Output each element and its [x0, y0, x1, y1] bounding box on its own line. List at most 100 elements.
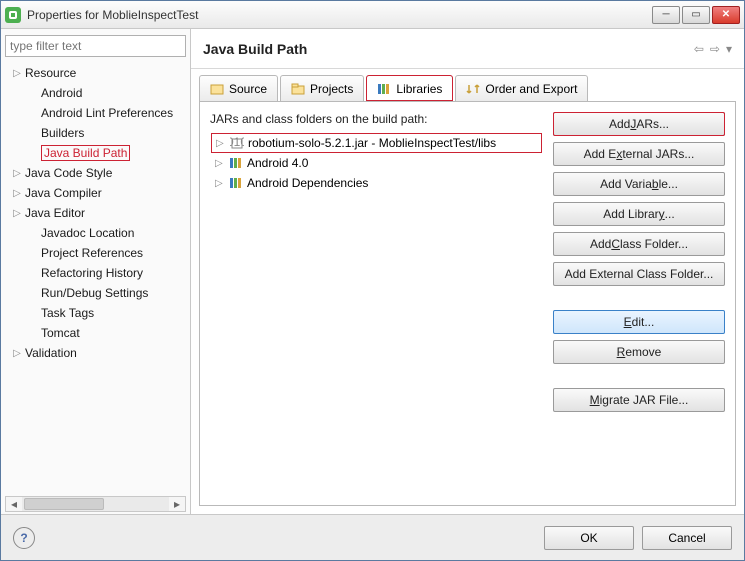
window-title: Properties for MoblieInspectTest: [27, 8, 652, 22]
tree-item-builders[interactable]: Builders: [5, 123, 186, 143]
jar-item[interactable]: ▷ 010 robotium-solo-5.2.1.jar - MoblieInsp…: [211, 133, 542, 153]
banner-nav: ⇦ ⇨ ▾: [694, 42, 732, 56]
tab-row: Source Projects Libraries Order and Export: [191, 69, 744, 101]
tab-label: Libraries: [396, 82, 442, 96]
scroll-thumb[interactable]: [24, 498, 104, 510]
jar-item-label: Android 4.0: [247, 156, 308, 170]
libraries-icon: [377, 83, 391, 95]
tree-item-javadoc-location[interactable]: Javadoc Location: [5, 223, 186, 243]
tree-item-label: Java Build Path: [41, 145, 130, 161]
nav-tree[interactable]: ▷ResourceAndroidAndroid Lint Preferences…: [5, 63, 186, 496]
tree-item-label: Validation: [25, 346, 77, 360]
add-external-jars-button[interactable]: Add External JARs...: [553, 142, 725, 166]
button-column: Add JARs... Add External JARs... Add Var…: [553, 112, 725, 495]
tree-item-android[interactable]: Android: [5, 83, 186, 103]
jar-list[interactable]: ▷ 010 robotium-solo-5.2.1.jar - MoblieInsp…: [210, 132, 543, 495]
tree-item-label: Refactoring History: [41, 266, 143, 280]
menu-icon[interactable]: ▾: [726, 42, 732, 56]
order-icon: [466, 83, 480, 95]
tree-item-label: Builders: [41, 126, 84, 140]
projects-icon: [291, 83, 305, 95]
tree-item-label: Task Tags: [41, 306, 94, 320]
tree-item-label: Java Code Style: [25, 166, 112, 180]
expand-icon[interactable]: ▷: [11, 68, 23, 79]
sidebar: ▷ResourceAndroidAndroid Lint Preferences…: [1, 29, 191, 514]
minimize-button[interactable]: ─: [652, 6, 680, 24]
sidebar-h-scroll[interactable]: ◂ ▸: [5, 496, 186, 512]
app-icon: [5, 7, 21, 23]
main-panel: Java Build Path ⇦ ⇨ ▾ Source Projects Libr…: [191, 29, 744, 514]
jar-item-label: robotium-solo-5.2.1.jar - MoblieInspectT…: [248, 136, 496, 150]
scroll-track[interactable]: [22, 497, 169, 511]
expand-icon[interactable]: ▷: [11, 348, 23, 359]
jar-list-column: JARs and class folders on the build path…: [210, 112, 543, 495]
expand-icon[interactable]: ▷: [11, 168, 23, 179]
tree-item-validation[interactable]: ▷Validation: [5, 343, 186, 363]
tree-item-label: Android Lint Preferences: [41, 106, 173, 120]
tree-item-project-references[interactable]: Project References: [5, 243, 186, 263]
tab-label: Projects: [310, 82, 353, 96]
tree-item-label: Project References: [41, 246, 143, 260]
tree-item-label: Java Editor: [25, 206, 85, 220]
jar-item[interactable]: ▷ Android 4.0: [211, 153, 542, 173]
jar-list-label: JARs and class folders on the build path…: [210, 112, 543, 126]
expand-icon[interactable]: ▷: [216, 138, 226, 149]
ok-button[interactable]: OK: [544, 526, 634, 550]
add-library-button[interactable]: Add Library...: [553, 202, 725, 226]
add-class-folder-button[interactable]: Add Class Folder...: [553, 232, 725, 256]
tab-projects[interactable]: Projects: [280, 75, 364, 101]
close-button[interactable]: ✕: [712, 6, 740, 24]
tree-item-label: Run/Debug Settings: [41, 286, 148, 300]
tab-source[interactable]: Source: [199, 75, 278, 101]
expand-icon[interactable]: ▷: [215, 178, 225, 189]
add-variable-button[interactable]: Add Variable...: [553, 172, 725, 196]
jar-icon: 010: [230, 137, 244, 149]
add-jars-button[interactable]: Add JARs...: [553, 112, 725, 136]
migrate-jar-button[interactable]: Migrate JAR File...: [553, 388, 725, 412]
expand-icon[interactable]: ▷: [11, 208, 23, 219]
scroll-right-icon[interactable]: ▸: [169, 497, 185, 511]
jar-item[interactable]: ▷ Android Dependencies: [211, 173, 542, 193]
window-controls: ─ ▭ ✕: [652, 6, 740, 24]
cancel-button[interactable]: Cancel: [642, 526, 732, 550]
tab-libraries[interactable]: Libraries: [366, 75, 453, 101]
tree-item-label: Resource: [25, 66, 76, 80]
tree-item-java-compiler[interactable]: ▷Java Compiler: [5, 183, 186, 203]
scroll-left-icon[interactable]: ◂: [6, 497, 22, 511]
tree-item-tomcat[interactable]: Tomcat: [5, 323, 186, 343]
libraries-panel: JARs and class folders on the build path…: [199, 101, 736, 506]
tree-item-android-lint-preferences[interactable]: Android Lint Preferences: [5, 103, 186, 123]
maximize-button[interactable]: ▭: [682, 6, 710, 24]
dialog-body: ▷ResourceAndroidAndroid Lint Preferences…: [1, 29, 744, 514]
tab-order-and-export[interactable]: Order and Export: [455, 75, 588, 101]
expand-icon[interactable]: ▷: [215, 158, 225, 169]
tree-item-label: Javadoc Location: [41, 226, 134, 240]
tree-item-task-tags[interactable]: Task Tags: [5, 303, 186, 323]
add-external-class-folder-button[interactable]: Add External Class Folder...: [553, 262, 725, 286]
banner: Java Build Path ⇦ ⇨ ▾: [191, 29, 744, 69]
filter-input[interactable]: [5, 35, 186, 57]
tab-label: Source: [229, 82, 267, 96]
tree-item-java-build-path[interactable]: Java Build Path: [5, 143, 186, 163]
source-icon: [210, 83, 224, 95]
svg-text:010: 010: [230, 137, 244, 149]
tab-label: Order and Export: [485, 82, 577, 96]
footer: ? OK Cancel: [1, 514, 744, 560]
forward-icon[interactable]: ⇨: [710, 42, 720, 56]
tree-item-java-code-style[interactable]: ▷Java Code Style: [5, 163, 186, 183]
library-icon: [229, 157, 243, 169]
help-icon[interactable]: ?: [13, 527, 35, 549]
remove-button[interactable]: Remove: [553, 340, 725, 364]
tree-item-label: Android: [41, 86, 82, 100]
tree-item-run-debug-settings[interactable]: Run/Debug Settings: [5, 283, 186, 303]
tree-item-refactoring-history[interactable]: Refactoring History: [5, 263, 186, 283]
tree-item-resource[interactable]: ▷Resource: [5, 63, 186, 83]
titlebar: Properties for MoblieInspectTest ─ ▭ ✕: [1, 1, 744, 29]
library-icon: [229, 177, 243, 189]
tree-item-label: Java Compiler: [25, 186, 102, 200]
back-icon[interactable]: ⇦: [694, 42, 704, 56]
edit-button[interactable]: Edit...: [553, 310, 725, 334]
jar-item-label: Android Dependencies: [247, 176, 368, 190]
expand-icon[interactable]: ▷: [11, 188, 23, 199]
tree-item-java-editor[interactable]: ▷Java Editor: [5, 203, 186, 223]
